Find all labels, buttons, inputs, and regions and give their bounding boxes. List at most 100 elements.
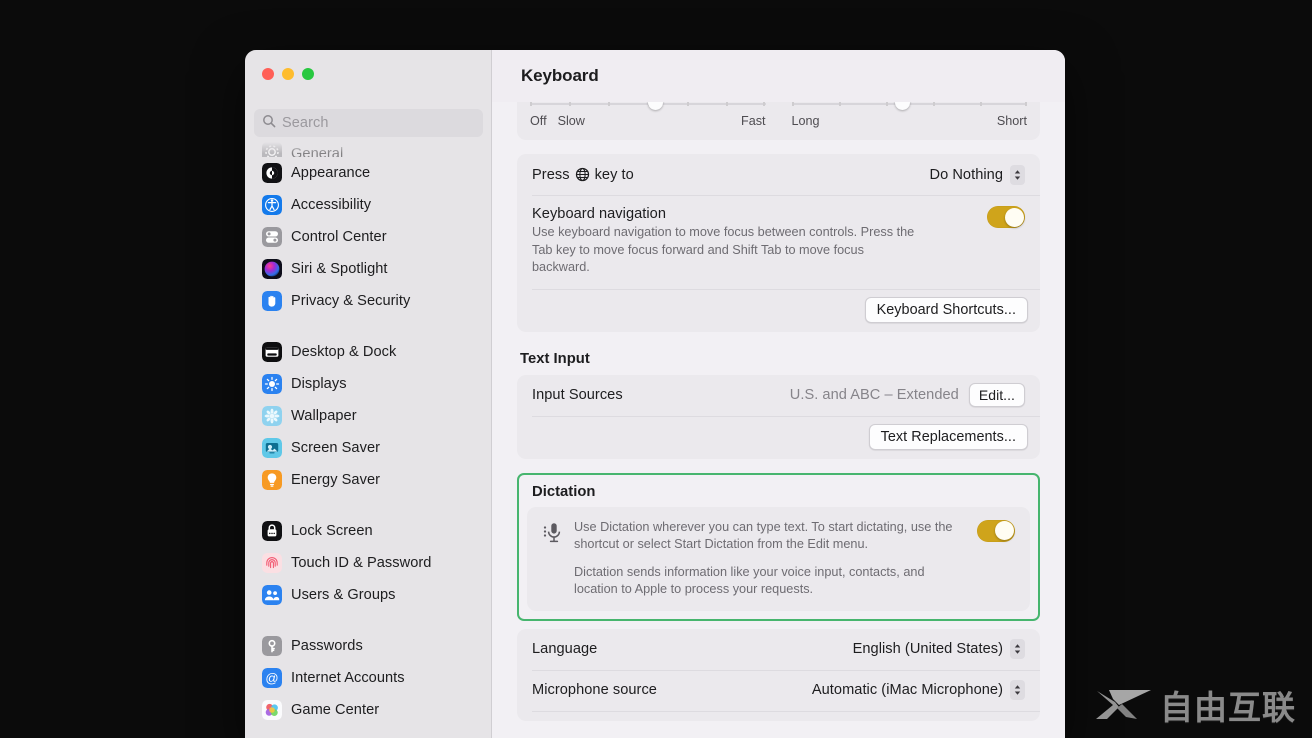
chevron-updown-icon[interactable] xyxy=(1010,164,1025,185)
close-button[interactable] xyxy=(262,68,274,80)
delay-until-repeat-slider[interactable]: Long Short xyxy=(779,102,1041,140)
sidebar-item-label: Accessibility xyxy=(291,197,372,213)
sidebar-item-control-center[interactable]: Control Center xyxy=(254,221,482,253)
slider-track xyxy=(530,102,766,110)
sidebar-item-accessibility[interactable]: Accessibility xyxy=(254,189,482,221)
game-center-icon xyxy=(262,700,282,720)
globe-key-label-prefix: Press xyxy=(532,166,570,183)
sidebar-item-general[interactable]: General xyxy=(254,142,482,157)
desktop-dock-icon xyxy=(262,342,282,362)
edit-input-sources-button[interactable]: Edit... xyxy=(968,383,1025,408)
sidebar-item-label: Lock Screen xyxy=(291,523,373,539)
sidebar-item-screen-saver[interactable]: Screen Saver xyxy=(254,432,482,464)
dictation-microphone-row[interactable]: Microphone source Automatic (iMac Microp… xyxy=(517,669,1040,711)
dictation-toggle[interactable] xyxy=(977,519,1015,542)
chevron-updown-icon[interactable] xyxy=(1010,680,1025,701)
sidebar-divider xyxy=(245,611,491,630)
text-replacements-row: Text Replacements... xyxy=(517,415,1040,459)
keyboard-navigation-title: Keyboard navigation xyxy=(532,206,667,222)
window-controls xyxy=(262,68,314,80)
settings-scroll-area[interactable]: Off Slow Fast Long Short Press key to Do… xyxy=(492,102,1065,738)
keyboard-shortcuts-button[interactable]: Keyboard Shortcuts... xyxy=(864,296,1028,323)
slider-label-fast: Fast xyxy=(741,114,766,128)
dictation-language-label: Language xyxy=(532,641,598,658)
sidebar-item-users-groups[interactable]: Users & Groups xyxy=(254,579,482,611)
slider-knob[interactable] xyxy=(895,102,911,110)
sidebar-item-appearance[interactable]: Appearance xyxy=(254,157,482,189)
globe-key-value: Do Nothing xyxy=(929,166,1003,183)
dictation-highlight-box: Dictation Use Dictation wherever you can… xyxy=(517,472,1040,621)
sidebar-divider xyxy=(245,317,491,336)
sidebar-item-label: Displays xyxy=(291,376,347,392)
sidebar-item-label: Wallpaper xyxy=(291,408,357,424)
sidebar-item-touch-id-password[interactable]: Touch ID & Password xyxy=(254,547,482,579)
dictation-description-1: Use Dictation wherever you can type text… xyxy=(574,519,953,552)
wallpaper-icon xyxy=(262,406,282,426)
key-repeat-labels: Off Slow Fast xyxy=(530,114,766,128)
displays-icon xyxy=(262,374,282,394)
chevron-updown-icon[interactable] xyxy=(1010,639,1025,660)
sidebar-item-energy-saver[interactable]: Energy Saver xyxy=(254,464,482,496)
sidebar-scroll[interactable]: General Appearance Accessibility Control… xyxy=(245,142,491,738)
dictation-card: Use Dictation wherever you can type text… xyxy=(527,506,1030,611)
toggle-thumb xyxy=(994,521,1014,541)
globe-key-row[interactable]: Press key to Do Nothing xyxy=(517,154,1040,195)
search-placeholder: Search xyxy=(282,115,329,131)
repeat-sliders-card: Off Slow Fast Long Short xyxy=(517,102,1040,140)
text-input-section-title: Text Input xyxy=(520,350,590,367)
keyboard-navigation-block: Keyboard navigation Use keyboard navigat… xyxy=(517,195,1040,289)
sidebar-item-label: Game Center xyxy=(291,702,380,718)
privacy-security-icon xyxy=(262,291,282,311)
dictation-settings-spacer-row xyxy=(517,710,1040,721)
sidebar-item-passwords[interactable]: Passwords xyxy=(254,630,482,662)
titlebar: Keyboard xyxy=(492,50,1065,102)
sidebar-item-label: Internet Accounts xyxy=(291,670,405,686)
page-title: Keyboard xyxy=(521,66,599,85)
siri-icon xyxy=(262,259,282,279)
sidebar-item-game-center[interactable]: Game Center xyxy=(254,694,482,726)
dictation-block: Use Dictation wherever you can type text… xyxy=(527,507,1030,611)
slider-track xyxy=(791,102,1027,110)
keyboard-navigation-description: Use keyboard navigation to move focus be… xyxy=(532,225,915,275)
dictation-language-popup[interactable]: English (United States) xyxy=(852,639,1025,660)
sidebar-divider xyxy=(245,496,491,515)
text-replacements-button[interactable]: Text Replacements... xyxy=(868,423,1028,450)
dictation-microphone-popup[interactable]: Automatic (iMac Microphone) xyxy=(812,680,1025,701)
input-sources-value: U.S. and ABC – Extended xyxy=(789,387,959,404)
slider-label-off: Off xyxy=(530,114,547,128)
sidebar-item-label: Touch ID & Password xyxy=(291,555,432,571)
dictation-language-value: English (United States) xyxy=(852,641,1003,658)
sidebar-item-label: Users & Groups xyxy=(291,587,396,603)
input-sources-label: Input Sources xyxy=(532,387,623,404)
search-field[interactable]: Search xyxy=(254,109,483,137)
sidebar-item-internet-accounts[interactable]: @ Internet Accounts xyxy=(254,662,482,694)
sidebar-item-label: Privacy & Security xyxy=(291,293,411,309)
users-groups-icon xyxy=(262,585,282,605)
energy-saver-icon xyxy=(262,470,282,490)
sidebar-group-2: Desktop & Dock Displays Wallpaper Screen… xyxy=(245,336,491,496)
sidebar-item-lock-screen[interactable]: Lock Screen xyxy=(254,515,482,547)
keyboard-behavior-card: Press key to Do Nothing Keyboard navigat… xyxy=(517,154,1040,332)
sidebar-item-wallpaper[interactable]: Wallpaper xyxy=(254,400,482,432)
keyboard-shortcuts-row: Keyboard Shortcuts... xyxy=(517,288,1040,332)
slider-label-short: Short xyxy=(996,114,1027,128)
keyboard-navigation-toggle[interactable] xyxy=(987,206,1025,228)
microphone-icon xyxy=(542,520,564,551)
sidebar-item-label: Energy Saver xyxy=(291,472,381,488)
dictation-microphone-label: Microphone source xyxy=(532,682,657,699)
globe-key-label-suffix: key to xyxy=(594,166,634,183)
globe-icon xyxy=(575,167,590,182)
minimize-button[interactable] xyxy=(282,68,294,80)
zoom-button[interactable] xyxy=(302,68,314,80)
sidebar-group-3: Lock Screen Touch ID & Password Users & … xyxy=(245,515,491,611)
sidebar-item-label: Control Center xyxy=(291,229,387,245)
dictation-language-row[interactable]: Language English (United States) xyxy=(517,629,1040,670)
key-repeat-slider[interactable]: Off Slow Fast xyxy=(517,102,779,140)
globe-key-popup[interactable]: Do Nothing xyxy=(929,164,1025,185)
sidebar-item-label: Passwords xyxy=(291,638,363,654)
sidebar-item-displays[interactable]: Displays xyxy=(254,368,482,400)
sidebar-item-privacy-security[interactable]: Privacy & Security xyxy=(254,285,482,317)
slider-knob[interactable] xyxy=(647,102,663,110)
sidebar-item-desktop-dock[interactable]: Desktop & Dock xyxy=(254,336,482,368)
sidebar-item-siri-spotlight[interactable]: Siri & Spotlight xyxy=(254,253,482,285)
